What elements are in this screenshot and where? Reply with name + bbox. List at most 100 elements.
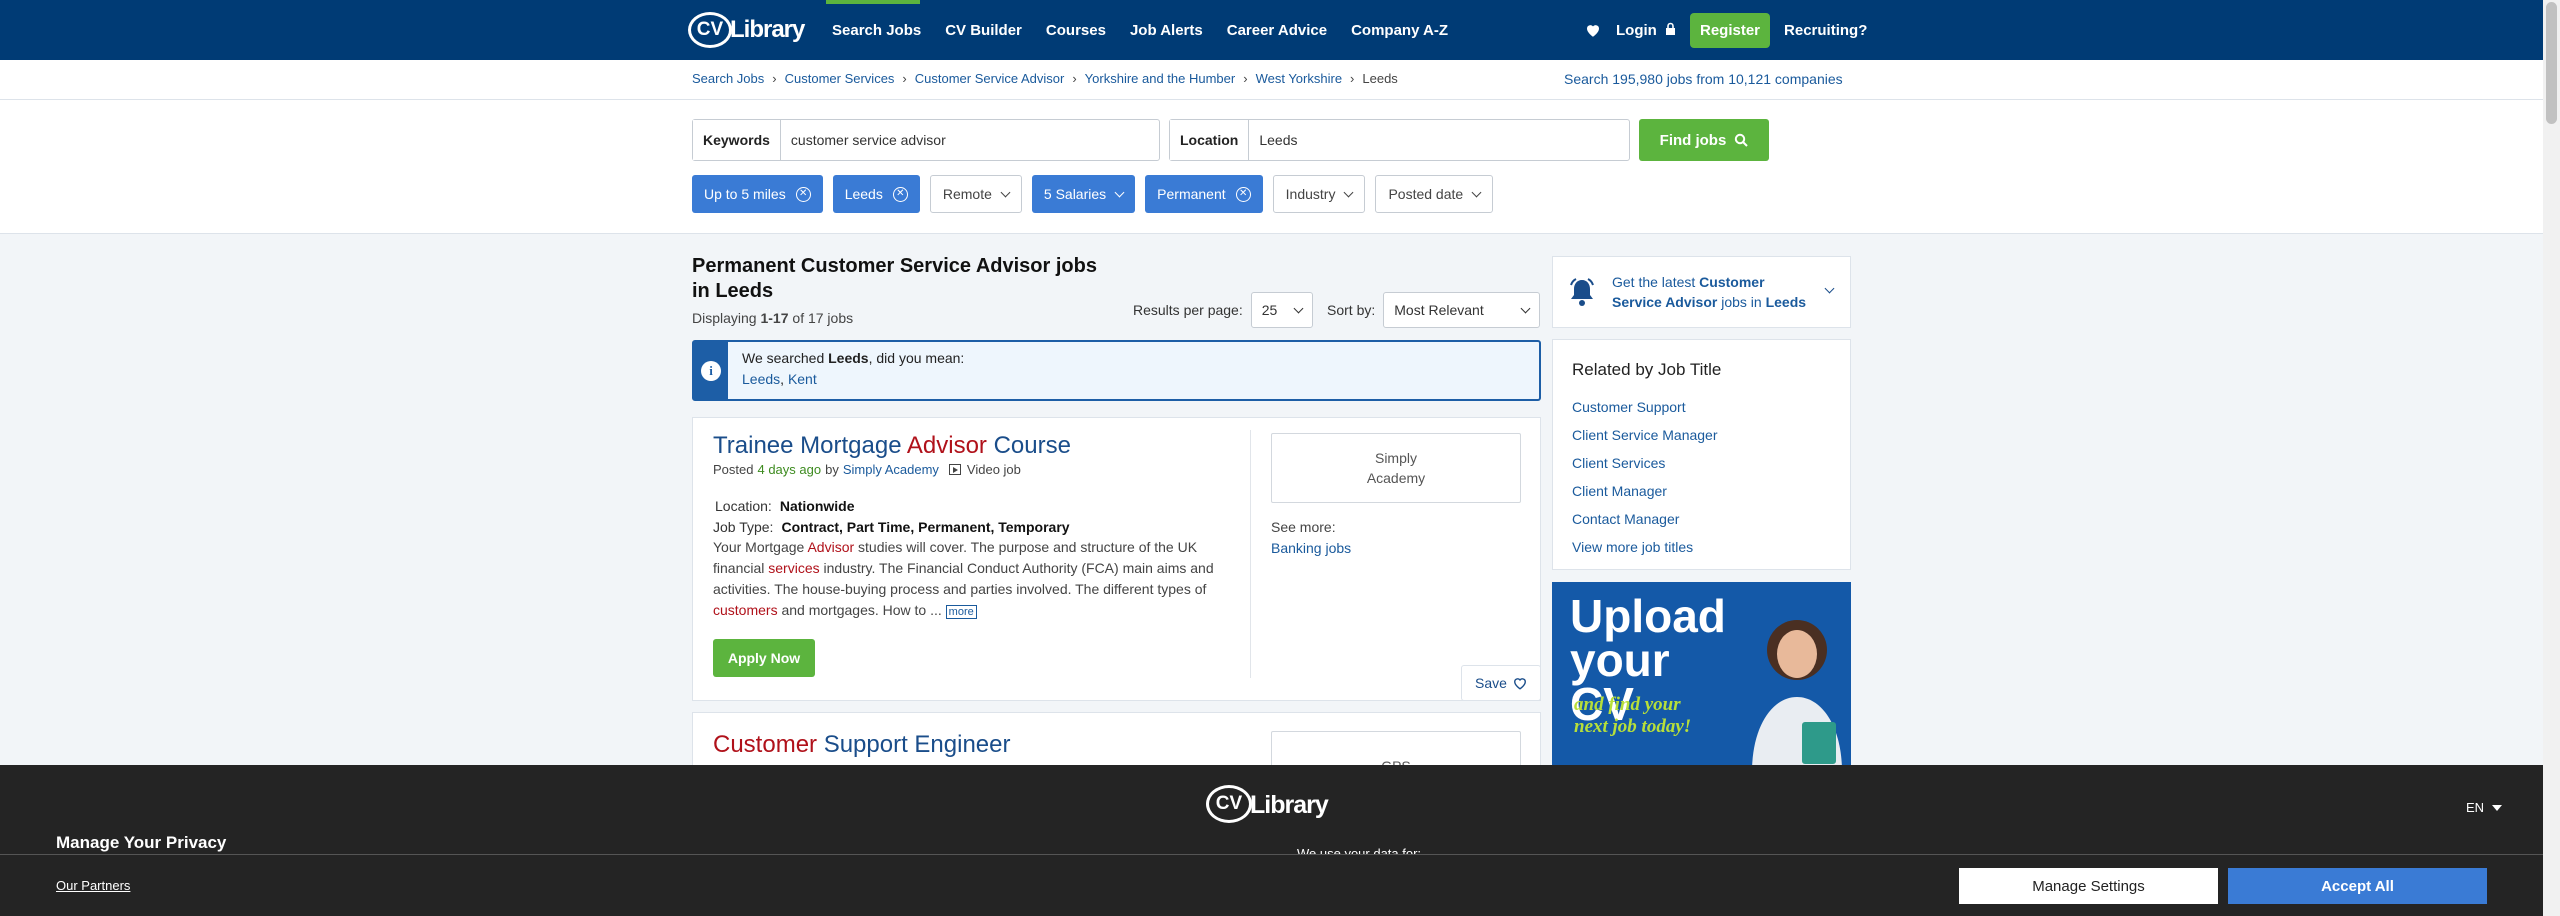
location-key: Location: — [715, 498, 772, 514]
dym-post: , did you mean: — [868, 350, 965, 366]
remove-filter-icon[interactable]: ✕ — [795, 186, 811, 202]
location-value: Nationwide — [779, 498, 855, 514]
nav-company-a-z[interactable]: Company A-Z — [1351, 22, 1448, 39]
displaying-prefix: Displaying — [692, 310, 761, 326]
sort-value: Most Relevant — [1394, 302, 1484, 318]
company-link[interactable]: Simply Academy — [843, 462, 939, 477]
related-job-titles: Related by Job Title Customer Support Cl… — [1552, 339, 1851, 570]
ad-tagline: and find your next job today! — [1574, 694, 1692, 737]
related-link[interactable]: Contact Manager — [1572, 505, 1718, 533]
company-count: 10,121 — [1728, 71, 1772, 87]
banking-jobs-link[interactable]: Banking jobs — [1271, 540, 1351, 556]
breadcrumb-customer-services[interactable]: Customer Services — [785, 71, 895, 86]
breadcrumb-search-jobs[interactable]: Search Jobs — [692, 71, 764, 86]
logo-wordmark: Library — [1250, 791, 1329, 819]
remove-filter-icon[interactable]: ✕ — [892, 186, 908, 202]
nav-cv-builder[interactable]: CV Builder — [945, 22, 1022, 39]
breadcrumb-customer-service-advisor[interactable]: Customer Service Advisor — [915, 71, 1065, 86]
page-scrollbar[interactable] — [2543, 0, 2560, 916]
breadcrumb-separator: › — [902, 71, 907, 86]
desc-highlight: customers — [713, 602, 778, 618]
filter-posted-date[interactable]: Posted date — [1375, 175, 1494, 213]
filter-label: Permanent — [1157, 186, 1226, 202]
filter-job-type[interactable]: Permanent ✕ — [1145, 175, 1263, 213]
nav-search-jobs[interactable]: Search Jobs — [832, 22, 921, 39]
remove-filter-icon[interactable]: ✕ — [1235, 186, 1251, 202]
filter-label: Up to 5 miles — [704, 186, 786, 202]
nav-career-advice[interactable]: Career Advice — [1227, 22, 1327, 39]
related-link[interactable]: Customer Support — [1572, 393, 1718, 421]
chevron-down-icon — [1293, 303, 1304, 313]
location-label: Location — [1170, 120, 1250, 160]
our-partners-link[interactable]: Our Partners — [56, 878, 130, 893]
company-logo[interactable]: Simply Academy — [1271, 433, 1521, 503]
accept-all-button[interactable]: Accept All — [2228, 868, 2487, 904]
suggestion-leeds[interactable]: Leeds — [742, 371, 780, 387]
saved-jobs-heart-icon[interactable] — [1584, 21, 1602, 39]
posted-label: Posted — [713, 462, 754, 477]
upload-cv-ad-banner[interactable]: Upload your CV and find your next job to… — [1552, 582, 1851, 766]
search-all-jobs-link[interactable]: Search 195,980 jobs from 10,121 companie… — [1564, 71, 1843, 87]
save-job-button[interactable]: Save — [1461, 665, 1541, 701]
job-title-link[interactable]: Customer Support Engineer — [713, 731, 1011, 759]
title-part: Course — [986, 432, 1071, 459]
manage-settings-button[interactable]: Manage Settings — [1959, 868, 2218, 904]
title-highlight: Advisor — [906, 432, 987, 459]
see-more-label: See more: — [1271, 519, 1336, 535]
more-button[interactable]: more — [945, 605, 977, 619]
dym-term: Leeds — [828, 350, 869, 366]
per-page-label: Results per page: — [1133, 302, 1243, 318]
chevron-down-icon — [1000, 187, 1011, 197]
related-link[interactable]: Client Manager — [1572, 477, 1718, 505]
language-selector[interactable]: EN — [2466, 800, 2503, 815]
apply-now-button[interactable]: Apply Now — [713, 639, 815, 677]
job-title-link[interactable]: Trainee Mortgage Advisor Course — [713, 432, 1071, 460]
alert-pre: Get the latest — [1612, 274, 1700, 290]
main-nav-links: Search Jobs CV Builder Courses Job Alert… — [832, 0, 1448, 60]
heart-icon — [1514, 677, 1526, 690]
related-link[interactable]: Client Services — [1572, 449, 1718, 477]
keywords-input[interactable]: customer service advisor — [781, 120, 956, 160]
breadcrumb-separator: › — [1072, 71, 1077, 86]
sort-select[interactable]: Most Relevant — [1383, 292, 1541, 328]
job-location: Location: Nationwide — [715, 498, 855, 514]
nav-courses[interactable]: Courses — [1046, 22, 1106, 39]
save-label: Save — [1475, 675, 1507, 691]
filter-salaries[interactable]: 5 Salaries — [1031, 175, 1136, 213]
results-per-page: Results per page: 25 — [1133, 292, 1313, 328]
login-link[interactable]: Login — [1616, 22, 1676, 39]
filter-location[interactable]: Leeds ✕ — [832, 175, 920, 213]
filter-industry[interactable]: Industry — [1272, 175, 1366, 213]
chevron-down-icon — [1520, 303, 1531, 313]
per-page-select[interactable]: 25 — [1250, 292, 1313, 328]
related-link[interactable]: Client Service Manager — [1572, 421, 1718, 449]
privacy-title: Manage Your Privacy — [56, 833, 227, 852]
job-alert-box[interactable]: Get the latest Customer Service Advisor … — [1552, 256, 1851, 328]
breadcrumb-yorkshire[interactable]: Yorkshire and the Humber — [1085, 71, 1236, 86]
view-more-job-titles-link[interactable]: View more job titles — [1572, 533, 1718, 561]
page-title: Permanent Customer Service Advisor jobs … — [692, 255, 1097, 302]
filter-distance[interactable]: Up to 5 miles ✕ — [692, 175, 823, 213]
cv-library-logo[interactable]: CV Library — [688, 8, 805, 52]
keywords-field[interactable]: Keywords customer service advisor — [692, 119, 1160, 161]
desc-highlight: Advisor — [807, 539, 855, 555]
filter-remote[interactable]: Remote — [929, 175, 1022, 213]
scrollbar-thumb[interactable] — [2546, 2, 2557, 124]
title-highlight: Customer — [713, 731, 818, 758]
per-page-value: 25 — [1261, 302, 1278, 318]
location-input[interactable]: Leeds — [1249, 120, 1307, 160]
breadcrumb-west-yorkshire[interactable]: West Yorkshire — [1256, 71, 1342, 86]
register-button[interactable]: Register — [1690, 12, 1771, 48]
search-prefix: Search — [1564, 71, 1613, 87]
find-jobs-button[interactable]: Find jobs — [1639, 119, 1769, 161]
filter-label: Posted date — [1388, 186, 1464, 202]
desc-text: and mortgages. How to ... — [777, 602, 946, 618]
nav-job-alerts[interactable]: Job Alerts — [1130, 22, 1203, 39]
cv-library-logo: CV Library — [1206, 783, 1336, 829]
filter-label: Industry — [1285, 186, 1336, 202]
posted-ago: 4 days ago — [757, 462, 822, 477]
privacy-banner: CV Library EN Manage Your Privacy We use… — [0, 765, 2543, 916]
suggestion-kent[interactable]: Kent — [788, 371, 817, 387]
recruiting-link[interactable]: Recruiting? — [1784, 22, 1867, 39]
location-field[interactable]: Location Leeds — [1169, 119, 1630, 161]
